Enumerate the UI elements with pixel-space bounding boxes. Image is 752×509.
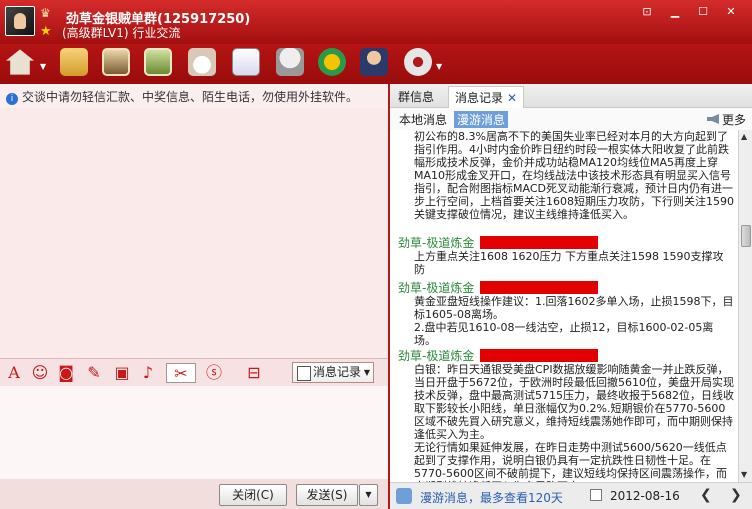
previous-page-icon[interactable]: ❮ [700, 487, 712, 503]
quick-reply-icon[interactable]: ⓢ [204, 363, 224, 383]
minimize-button[interactable]: ▁ [664, 4, 686, 20]
send-bar: 关闭(C) 发送(S) ▼ [0, 479, 388, 509]
redaction-bar [480, 236, 598, 249]
more-button[interactable]: 更多 [706, 111, 746, 128]
redaction-bar [480, 349, 598, 362]
pin-icon[interactable]: ⊡ [636, 4, 658, 20]
log-message: 白银：昨日天通银受美盘CPI数据放缓影响随黄金一并止跌反弹，当日开盘于5672位… [414, 363, 734, 482]
group-category[interactable]: 行业交流 [132, 26, 180, 40]
home-icon[interactable] [6, 49, 34, 75]
roaming-note: 漫游消息，最多查看120天 [420, 491, 563, 505]
image-icon[interactable]: ▣ [112, 363, 132, 383]
group-avatar[interactable] [5, 6, 35, 36]
screenshot-icon[interactable]: ✂ [166, 363, 196, 383]
group-subtitle: (高级群LV1) 行业交流 [62, 24, 180, 41]
close-button[interactable]: 关闭(C) [219, 484, 287, 506]
message-area[interactable] [0, 108, 388, 358]
chat-pane: i 交谈中请勿轻信汇款、中奖信息、陌生电话，勿使用外挂软件。 A ☺ ◙ ✎ ▣ … [0, 84, 388, 509]
speaker-icon [706, 114, 719, 124]
message-text: 白银：昨日天通银受美盘CPI数据放缓影响随黄金一并止跌反弹，当日开盘于5672位… [414, 363, 734, 482]
tab-group-info[interactable]: 群信息 [398, 88, 434, 105]
message-input[interactable] [0, 386, 388, 479]
send-button[interactable]: 发送(S) [296, 484, 358, 506]
gear-icon[interactable] [404, 48, 432, 76]
notes-icon[interactable] [232, 48, 260, 76]
chevron-down-icon[interactable]: ▼ [436, 62, 442, 71]
more-label: 更多 [721, 113, 746, 127]
emoji-icon[interactable]: ☺ [30, 363, 50, 383]
message-sender[interactable]: 劲草-极道炼金 [398, 279, 474, 296]
calendar-icon[interactable] [590, 489, 602, 501]
music-icon[interactable]: ♪ [138, 363, 158, 383]
maximize-button[interactable]: ☐ [692, 4, 714, 20]
message-log[interactable]: 初公布的8.3%居高不下的美国失业率已经对本月的大方向起到了指引作用。4小时内金… [390, 130, 738, 482]
message-text: 上方重点关注1608 1620压力 下方重点关注1598 1590支撑攻防 [414, 250, 724, 276]
message-sender[interactable]: 劲草-极道炼金 [398, 347, 474, 364]
history-footer: 漫游消息，最多查看120天 2012-08-16 ❮ ❯ [390, 482, 752, 509]
toolbar: ▼ ▼ [0, 44, 752, 84]
notice-text: 交谈中请勿轻信汇款、中奖信息、陌生电话，勿使用外挂软件。 [22, 90, 359, 104]
admin-icon[interactable] [360, 48, 388, 76]
share-icon[interactable] [318, 48, 346, 76]
chevron-down-icon: ▼ [363, 368, 370, 377]
scribble-icon[interactable]: ✎ [84, 363, 104, 383]
log-message: 初公布的8.3%居高不下的美国失业率已经对本月的大方向起到了指引作用。4小时内金… [414, 130, 734, 221]
scrollbar-thumb[interactable] [741, 225, 751, 247]
security-notice: i 交谈中请勿轻信汇款、中奖信息、陌生电话，勿使用外挂软件。 [6, 88, 358, 105]
magic-face-icon[interactable]: ◙ [56, 363, 76, 383]
scroll-up-icon[interactable]: ▲ [741, 132, 747, 141]
video-icon[interactable] [144, 48, 172, 76]
star-icon: ★ [40, 24, 52, 39]
subtab-local[interactable]: 本地消息 [396, 111, 450, 128]
album-icon[interactable] [102, 48, 130, 76]
scrollbar[interactable]: ▲ ▼ [738, 130, 752, 482]
microphone-icon[interactable] [276, 48, 304, 76]
info-icon: i [6, 93, 18, 105]
message-text: 初公布的8.3%居高不下的美国失业率已经对本月的大方向起到了指引作用。4小时内金… [414, 130, 734, 221]
history-date[interactable]: 2012-08-16 [610, 489, 680, 503]
log-message: 黄金亚盘短线操作建议：1.回落1602多单入场，止损1598下，目标1605-0… [414, 295, 734, 347]
history-subtabs: 本地消息 漫游消息 更多 [390, 108, 752, 130]
group-level: (高级群LV1) [62, 26, 129, 40]
close-window-button[interactable]: ✕ [720, 4, 742, 20]
roaming-icon [396, 488, 412, 504]
send-options-button[interactable]: ▼ [359, 484, 378, 506]
history-label: 消息记录 [313, 365, 362, 379]
scroll-down-icon[interactable]: ▼ [741, 470, 747, 479]
redaction-bar [480, 281, 598, 294]
tab-message-history[interactable]: 消息记录 ✕ [448, 86, 525, 108]
coffee-icon[interactable] [188, 48, 216, 76]
message-sender[interactable]: 劲草-极道炼金 [398, 234, 474, 251]
tab-message-history-label: 消息记录 [455, 91, 504, 105]
log-message: 上方重点关注1608 1620压力 下方重点关注1598 1590支撑攻防 [414, 250, 734, 276]
font-icon[interactable]: A [4, 363, 24, 383]
folder-icon[interactable] [60, 48, 88, 76]
panel-tabs: 群信息 消息记录 ✕ [390, 84, 752, 108]
title-bar: ♛ ★ 劲草金银贼单群(125917250) (高级群LV1) 行业交流 ⊡ ▁… [0, 0, 752, 44]
subtab-roaming[interactable]: 漫游消息 [454, 111, 509, 128]
crown-icon: ♛ [40, 6, 51, 20]
side-panel: 群信息 消息记录 ✕ 本地消息 漫游消息 更多 初公布的8.3%居高不下的美国失业… [390, 84, 752, 509]
message-text: 黄金亚盘短线操作建议：1.回落1602多单入场，止损1598下，目标1605-0… [414, 295, 734, 347]
message-history-button[interactable]: 消息记录 ▼ [292, 362, 374, 383]
close-icon[interactable]: ✕ [507, 91, 517, 105]
more-tools-icon[interactable]: ⊟ [244, 363, 264, 383]
chevron-down-icon[interactable]: ▼ [40, 62, 46, 71]
next-page-icon[interactable]: ❯ [730, 487, 742, 503]
input-toolbar: A ☺ ◙ ✎ ▣ ♪ ✂ ⓢ ⊟ 消息记录 ▼ [0, 358, 388, 386]
